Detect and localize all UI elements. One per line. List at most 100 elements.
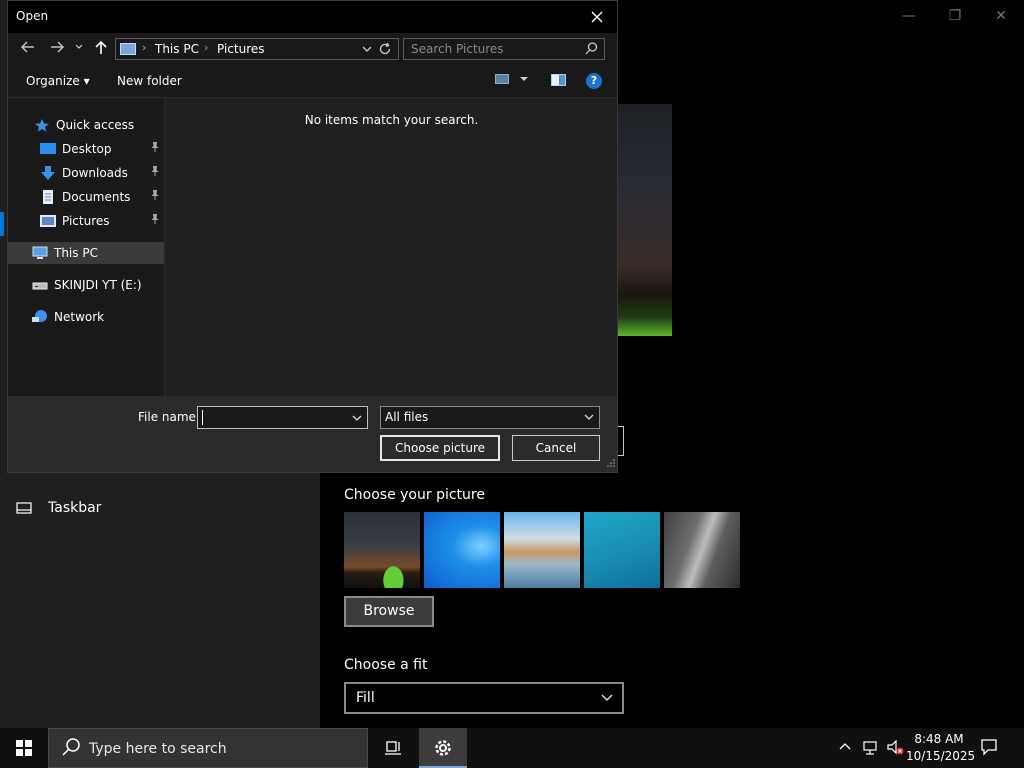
open-file-dialog: Open › This PC › Pictures Search Picture… bbox=[7, 0, 618, 473]
file-name-input[interactable] bbox=[197, 406, 368, 429]
browse-button[interactable]: Browse bbox=[344, 596, 434, 627]
dialog-close-button[interactable] bbox=[585, 5, 609, 29]
taskbar: Type here to search 8:48 AM 10/15/2025 bbox=[0, 728, 1024, 768]
network-icon bbox=[32, 310, 48, 324]
resize-grip-icon[interactable] bbox=[607, 459, 615, 470]
chevron-down-icon bbox=[600, 684, 614, 722]
nav-item-label: Documents bbox=[62, 190, 131, 204]
taskbar-search-placeholder: Type here to search bbox=[89, 741, 227, 757]
search-box[interactable] bbox=[403, 38, 605, 60]
volume-tray-icon[interactable] bbox=[886, 739, 904, 760]
nav-item-downloads[interactable]: Downloads bbox=[8, 162, 164, 184]
search-icon bbox=[61, 737, 81, 764]
file-type-dropdown[interactable]: All files bbox=[380, 406, 600, 429]
navigation-pane: Quick access Desktop Downloads Documents… bbox=[8, 98, 165, 396]
maximize-button[interactable]: ❐ bbox=[932, 6, 978, 26]
nav-item-label: Downloads bbox=[62, 166, 128, 180]
pictures-icon bbox=[40, 214, 56, 228]
sidebar-item-taskbar[interactable]: Taskbar bbox=[16, 500, 101, 516]
sidebar-item-label: Taskbar bbox=[48, 500, 102, 516]
search-input[interactable] bbox=[404, 39, 579, 59]
recent-locations-button[interactable] bbox=[74, 39, 84, 59]
breadcrumb-separator: › bbox=[204, 41, 209, 54]
refresh-button[interactable] bbox=[379, 40, 392, 62]
picture-thumbnail[interactable] bbox=[344, 512, 420, 588]
nav-item-label: Desktop bbox=[62, 142, 112, 156]
document-icon bbox=[40, 190, 56, 204]
picture-thumbnail[interactable] bbox=[664, 512, 740, 588]
pin-icon bbox=[150, 141, 160, 156]
volume-muted-icon bbox=[887, 739, 904, 755]
task-view-button[interactable] bbox=[372, 728, 414, 768]
settings-taskbar-button[interactable] bbox=[419, 728, 467, 768]
nav-item-desktop[interactable]: Desktop bbox=[8, 138, 164, 160]
picture-thumbnail[interactable] bbox=[504, 512, 580, 588]
fit-dropdown[interactable]: Fill bbox=[344, 682, 624, 714]
help-icon[interactable]: ? bbox=[586, 73, 602, 89]
action-center-button[interactable] bbox=[980, 738, 998, 760]
forward-button[interactable] bbox=[49, 39, 65, 59]
network-icon bbox=[863, 741, 877, 755]
taskbar-search-box[interactable]: Type here to search bbox=[48, 728, 368, 768]
new-folder-button[interactable]: New folder bbox=[117, 74, 182, 88]
breadcrumb-pictures[interactable]: Pictures bbox=[217, 42, 265, 56]
search-icon bbox=[585, 41, 598, 60]
command-bar: Organize ▾ New folder ? bbox=[8, 65, 617, 98]
change-view-icon[interactable] bbox=[495, 74, 509, 84]
up-button[interactable] bbox=[94, 39, 108, 59]
address-dropdown-button[interactable] bbox=[362, 41, 372, 60]
chevron-up-icon bbox=[839, 743, 851, 750]
organize-button[interactable]: Organize ▾ bbox=[26, 74, 90, 88]
pin-icon bbox=[150, 189, 160, 204]
clock-time: 8:48 AM bbox=[914, 732, 964, 746]
breadcrumb-this-pc[interactable]: This PC bbox=[155, 42, 199, 56]
file-type-value: All files bbox=[385, 410, 429, 424]
breadcrumb-separator: › bbox=[142, 41, 147, 54]
back-button[interactable] bbox=[20, 39, 36, 59]
choose-picture-heading: Choose your picture bbox=[344, 487, 485, 503]
network-tray-icon[interactable] bbox=[862, 740, 878, 760]
clock-date: 10/15/2025 bbox=[906, 749, 976, 763]
dialog-title: Open bbox=[16, 9, 49, 23]
star-icon bbox=[34, 118, 50, 132]
nav-item-label: This PC bbox=[54, 246, 98, 260]
chevron-down-icon[interactable] bbox=[352, 410, 362, 429]
navigation-bar: › This PC › Pictures bbox=[8, 33, 617, 65]
preview-pane-icon[interactable] bbox=[551, 74, 566, 86]
taskbar-clock[interactable]: 8:48 AM 10/15/2025 bbox=[906, 731, 976, 765]
nav-item-network[interactable]: Network bbox=[8, 306, 164, 328]
view-options-button[interactable] bbox=[519, 73, 529, 88]
show-hidden-icons-button[interactable] bbox=[839, 740, 851, 757]
nav-item-pictures[interactable]: Pictures bbox=[8, 210, 164, 232]
gear-icon bbox=[435, 740, 451, 756]
dialog-footer: File name: All files Choose picture Canc… bbox=[8, 396, 617, 472]
arrow-left-icon bbox=[21, 41, 34, 53]
minimize-button[interactable]: — bbox=[886, 6, 932, 26]
fit-value: Fill bbox=[356, 690, 375, 706]
cancel-button[interactable]: Cancel bbox=[512, 435, 600, 461]
task-view-icon bbox=[385, 741, 401, 755]
picture-thumbnail[interactable] bbox=[424, 512, 500, 588]
desktop-icon bbox=[40, 142, 56, 156]
text-cursor bbox=[202, 410, 203, 425]
file-list-area[interactable]: No items match your search. bbox=[166, 98, 617, 396]
windows-logo-icon bbox=[16, 740, 32, 756]
chevron-down-icon bbox=[75, 44, 83, 49]
nav-item-this-pc[interactable]: This PC bbox=[8, 242, 164, 264]
computer-icon bbox=[32, 246, 48, 260]
choose-picture-button[interactable]: Choose picture bbox=[380, 435, 500, 461]
window-close-button[interactable]: ✕ bbox=[978, 6, 1024, 26]
close-icon bbox=[591, 11, 603, 23]
nav-item-label: Quick access bbox=[56, 118, 135, 132]
caret-down-icon bbox=[520, 77, 528, 81]
nav-item-drive-e[interactable]: SKINJDI YT (E:) bbox=[8, 274, 164, 296]
notification-icon bbox=[981, 739, 997, 756]
picture-thumbnail[interactable] bbox=[584, 512, 660, 588]
address-bar[interactable]: › This PC › Pictures bbox=[115, 38, 399, 60]
picture-thumbnails bbox=[344, 512, 740, 588]
empty-state-message: No items match your search. bbox=[304, 113, 479, 127]
file-name-label: File name: bbox=[138, 410, 200, 424]
start-button[interactable] bbox=[0, 728, 48, 768]
nav-item-documents[interactable]: Documents bbox=[8, 186, 164, 208]
nav-item-quick-access[interactable]: Quick access bbox=[8, 114, 164, 136]
